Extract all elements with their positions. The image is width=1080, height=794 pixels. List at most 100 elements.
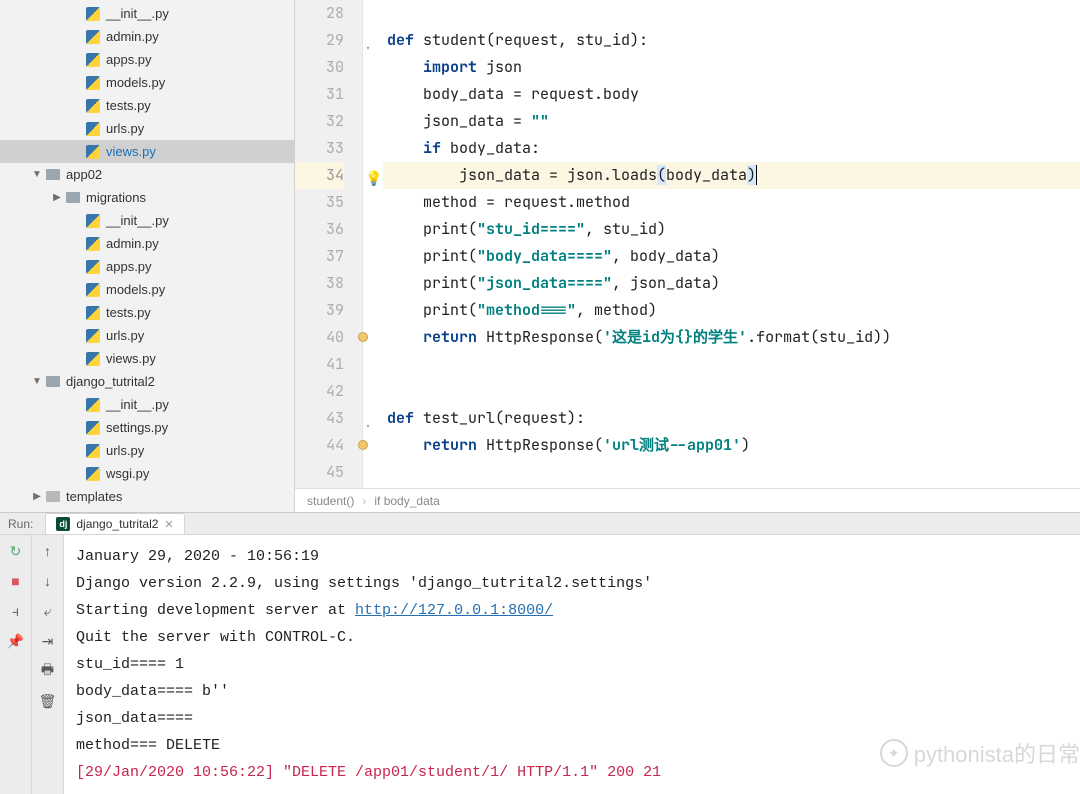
code-line[interactable] [383,459,1080,486]
file-item[interactable]: ▶apps.py [0,255,294,278]
folder-item[interactable]: ▼app02 [0,163,294,186]
file-item[interactable]: ▶urls.py [0,439,294,462]
python-file-icon [84,213,102,229]
code-line[interactable]: if body_data: [383,135,1080,162]
run-config-tab[interactable]: dj django_tutrital2 ✕ [45,513,184,534]
file-item[interactable]: ▶tests.py [0,301,294,324]
tree-label: admin.py [106,236,159,251]
code-line[interactable]: print("stu_id====", stu_id) [383,216,1080,243]
override-marker-icon[interactable] [358,440,368,450]
chevron-down-icon[interactable]: ▼ [30,169,44,180]
chevron-right-icon[interactable]: ▶ [30,491,44,502]
override-marker-icon[interactable] [358,332,368,342]
file-item[interactable]: ▶admin.py [0,25,294,48]
trash-icon[interactable]: 🗑 [38,691,58,711]
file-item[interactable]: ▶urls.py [0,117,294,140]
file-item[interactable]: ▶wsgi.py [0,462,294,485]
run-panel: Run: dj django_tutrital2 ✕ ↻ ■ ⫞ 📌 ↑ ↓ ⤶… [0,512,1080,779]
code-line[interactable] [383,0,1080,27]
folder-item[interactable]: ▶templates [0,485,294,508]
stop-icon[interactable]: ■ [6,571,26,591]
code-editor[interactable]: 282930313233343536373839404142434445 ▾💡▾… [295,0,1080,488]
file-item[interactable]: ▶settings.py [0,416,294,439]
file-item[interactable]: ▶__init__.py [0,393,294,416]
python-file-icon [84,29,102,45]
console-line: body_data==== b'' [76,678,1068,705]
file-item[interactable]: ▶__init__.py [0,209,294,232]
file-item[interactable]: ▶apps.py [0,48,294,71]
console-output[interactable]: January 29, 2020 - 10:56:19Django versio… [64,535,1080,794]
code-line[interactable]: json_data = json.loads(body_data) [383,162,1080,189]
code-lines[interactable]: def student(request, stu_id): import jso… [383,0,1080,488]
python-file-icon [84,466,102,482]
tree-label: migrations [86,190,146,205]
code-line[interactable]: body_data = request.body [383,81,1080,108]
code-line[interactable]: def test_url(request): [383,405,1080,432]
code-line[interactable]: method = request.method [383,189,1080,216]
tree-label: models.py [106,75,165,90]
folder-icon [64,190,82,206]
code-line[interactable]: json_data = "" [383,108,1080,135]
tree-label: settings.py [106,420,168,435]
folder-item[interactable]: ▶ migrations [0,186,294,209]
file-item[interactable]: ▶models.py [0,71,294,94]
line-number: 37 [295,243,344,270]
soft-wrap-icon[interactable]: ⤶ [38,601,58,621]
python-file-icon [84,144,102,160]
file-item[interactable]: ▶views.py [0,140,294,163]
run-toolbar-left: ↻ ■ ⫞ 📌 [0,535,32,794]
fold-icon[interactable]: ▾ [365,35,371,62]
file-item[interactable]: ▶models.py [0,278,294,301]
chevron-right-icon: › [362,494,366,508]
code-line[interactable]: print("json_data====", json_data) [383,270,1080,297]
line-number: 42 [295,378,344,405]
breadcrumb[interactable]: student() › if body_data [295,488,1080,512]
tree-label: tests.py [106,98,151,113]
pin-icon[interactable]: 📌 [6,631,26,651]
file-item[interactable]: ▶views.py [0,347,294,370]
run-label: Run: [8,517,33,531]
console-line: [29/Jan/2020 10:56:22] "DELETE /app01/st… [76,759,1068,786]
console-line: stu_id==== 1 [76,651,1068,678]
folder-item[interactable]: ▼django_tutrital2 [0,370,294,393]
print-icon[interactable]: 🖶 [38,661,58,681]
file-item[interactable]: ▶admin.py [0,232,294,255]
code-line[interactable] [383,378,1080,405]
code-line[interactable]: return HttpResponse('这是id为{}的学生'.format(… [383,324,1080,351]
file-item[interactable]: ▶__init__.py [0,2,294,25]
line-number: 41 [295,351,344,378]
console-line: method=== DELETE [76,732,1068,759]
line-number: 39 [295,297,344,324]
intention-bulb-icon[interactable]: 💡 [365,166,382,193]
close-icon[interactable]: ✕ [164,518,173,531]
code-line[interactable]: print("method===", method) [383,297,1080,324]
layout-icon[interactable]: ⫞ [6,601,26,621]
code-line[interactable]: import json [383,54,1080,81]
code-line[interactable]: def student(request, stu_id): [383,27,1080,54]
breadcrumb-item[interactable]: if body_data [374,494,439,508]
tree-label: apps.py [106,52,152,67]
file-item[interactable]: ▶tests.py [0,94,294,117]
line-number: 31 [295,81,344,108]
breadcrumb-item[interactable]: student() [307,494,354,508]
up-icon[interactable]: ↑ [38,541,58,561]
python-file-icon [84,351,102,367]
code-line[interactable]: return HttpResponse('url测试--app01') [383,432,1080,459]
chevron-right-icon[interactable]: ▶ [50,192,64,203]
scroll-end-icon[interactable]: ⇥ [38,631,58,651]
chevron-down-icon[interactable]: ▼ [30,376,44,387]
line-number: 45 [295,459,344,486]
django-icon: dj [56,517,70,531]
code-line[interactable]: print("body_data====", body_data) [383,243,1080,270]
console-line: January 29, 2020 - 10:56:19 [76,543,1068,570]
python-file-icon [84,52,102,68]
rerun-icon[interactable]: ↻ [6,541,26,561]
line-number: 38 [295,270,344,297]
code-line[interactable] [383,351,1080,378]
down-icon[interactable]: ↓ [38,571,58,591]
file-item[interactable]: ▶urls.py [0,324,294,347]
project-tree[interactable]: ▶__init__.py▶admin.py▶apps.py▶models.py▶… [0,0,295,512]
folder-icon [44,489,62,505]
fold-icon[interactable]: ▾ [365,413,371,440]
console-link[interactable]: http://127.0.0.1:8000/ [355,602,553,619]
